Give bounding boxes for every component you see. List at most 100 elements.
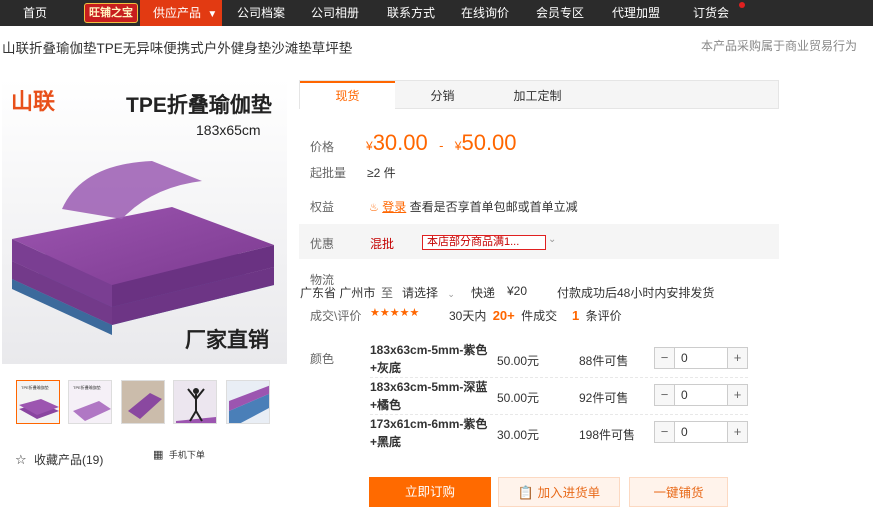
- nav-inquiry[interactable]: 在线询价: [461, 0, 509, 26]
- sku-stock: 198件可售: [579, 428, 636, 442]
- destination-select-label: 请选择: [402, 286, 439, 300]
- thumbnail-1-caption: TPE折叠瑜伽垫: [21, 384, 49, 390]
- caret-down-icon: ▼: [207, 9, 218, 20]
- offer-tabs: 现货 分销 加工定制: [299, 80, 779, 110]
- sku-row: 183x63cm-5mm-紫色+灰底 50.00元 88件可售 − 0 +: [299, 339, 779, 377]
- nav-supply-label: 供应产品: [153, 6, 202, 20]
- product-main-image[interactable]: 山联 TPE折叠瑜伽垫 183x65cm 厂家直销: [2, 79, 287, 364]
- coupon-icon: ♨: [369, 202, 379, 214]
- sku-row: 173x61cm-6mm-紫色+黑底 30.00元 198件可售 − 0 +: [299, 413, 779, 451]
- logistics-note: 付款成功后48小时内安排发货: [557, 286, 715, 300]
- increment-button[interactable]: +: [727, 385, 747, 405]
- add-to-cart-label: 加入进货单: [537, 486, 601, 500]
- favorite-button[interactable]: ☆ 收藏产品(19): [15, 451, 103, 468]
- thumbnail-3[interactable]: [121, 380, 165, 424]
- trade-notice: 本产品采购属于商业贸易行为: [701, 39, 858, 53]
- rating-stars: ★★★★★: [370, 307, 420, 319]
- rights-label: 权益: [310, 200, 335, 214]
- image-size: 183x65cm: [196, 122, 261, 138]
- decrement-button[interactable]: −: [655, 385, 675, 405]
- store-badge[interactable]: 旺铺之宝: [84, 3, 138, 23]
- nav-album[interactable]: 公司相册: [311, 0, 359, 26]
- mobile-order-button[interactable]: ▦ 手机下单: [153, 448, 205, 461]
- nav-member[interactable]: 会员专区: [536, 0, 584, 26]
- notification-dot: [739, 2, 745, 8]
- logistics-fee: ¥20: [507, 284, 528, 298]
- review-suffix: 条评价: [585, 309, 622, 323]
- nav-supply[interactable]: 供应产品 ▼: [140, 0, 222, 26]
- sold-suffix: 件成交: [521, 309, 558, 323]
- add-to-cart-button[interactable]: 📋 加入进货单: [498, 477, 620, 507]
- quantity-input[interactable]: 0: [681, 425, 688, 439]
- chevron-down-icon: ⌄: [447, 289, 455, 299]
- image-slogan: 厂家直销: [185, 328, 269, 352]
- quantity-stepper: − 0 +: [654, 421, 748, 443]
- currency-symbol: ¥: [366, 139, 373, 153]
- thumbnail-5[interactable]: [226, 380, 270, 424]
- promo-label: 优惠: [310, 237, 335, 251]
- increment-button[interactable]: +: [727, 422, 747, 442]
- price-high: 50.00: [461, 130, 517, 155]
- increment-button[interactable]: +: [727, 348, 747, 368]
- login-link[interactable]: 登录: [382, 200, 406, 214]
- qr-code-icon: ▦: [153, 449, 164, 461]
- thumbnail-2[interactable]: TPE折叠瑜伽垫: [68, 380, 112, 424]
- promo-detail[interactable]: 本店部分商品满1...: [422, 235, 546, 250]
- logistics-origin: 广东省 广州市: [300, 286, 376, 300]
- one-click-dropship-button[interactable]: 一键铺货: [629, 477, 728, 507]
- sku-name: 173x61cm-6mm-紫色+黑底: [370, 417, 488, 449]
- quantity-stepper: − 0 +: [654, 384, 748, 406]
- sku-stock: 88件可售: [579, 354, 629, 368]
- price-label: 价格: [310, 140, 335, 154]
- decrement-button[interactable]: −: [655, 422, 675, 442]
- price-low: 30.00: [372, 130, 428, 155]
- reviews-label: 成交\评价: [310, 309, 362, 323]
- nav-fair[interactable]: 订货会: [693, 0, 729, 26]
- thumbnail-2-caption: TPE折叠瑜伽垫: [73, 384, 101, 390]
- yoga-mat-illustration: 山联 TPE折叠瑜伽垫 183x65cm 厂家直销: [2, 79, 287, 364]
- thumbnail-4[interactable]: [173, 380, 217, 424]
- order-now-button[interactable]: 立即订购: [369, 477, 491, 507]
- nav-archive[interactable]: 公司档案: [237, 0, 285, 26]
- tab-distribution[interactable]: 分销: [395, 81, 490, 109]
- promo-tag: 混批: [370, 237, 395, 251]
- thumbnail-1[interactable]: TPE折叠瑜伽垫: [16, 380, 60, 424]
- sold-prefix: 30天内: [449, 309, 487, 323]
- destination-select[interactable]: 请选择 ⌄: [402, 284, 455, 301]
- nav-agent[interactable]: 代理加盟: [612, 0, 660, 26]
- tab-custom[interactable]: 加工定制: [490, 81, 585, 109]
- moq-value: ≥2 件: [367, 166, 396, 180]
- decrement-button[interactable]: −: [655, 348, 675, 368]
- price-dash: -: [439, 138, 444, 153]
- top-nav: 首页 旺铺之宝 供应产品 ▼ 公司档案 公司相册 联系方式 在线询价 会员专区 …: [0, 0, 873, 26]
- sku-name: 183x63cm-5mm-紫色+灰底: [370, 343, 488, 375]
- moq-label: 起批量: [310, 166, 347, 180]
- sku-price: 50.00元: [497, 354, 540, 368]
- nav-home[interactable]: 首页: [23, 0, 47, 26]
- review-count: 1: [572, 308, 580, 323]
- sku-price: 50.00元: [497, 391, 540, 405]
- sku-name: 183x63cm-5mm-深蓝+橘色: [370, 380, 488, 412]
- sku-price: 30.00元: [497, 428, 540, 442]
- review-link[interactable]: 1 条评价: [572, 307, 622, 324]
- logistics-method: 快递: [471, 286, 496, 300]
- sku-row: 183x63cm-5mm-深蓝+橘色 50.00元 92件可售 − 0 +: [299, 376, 779, 414]
- rights-text: 查看是否享首单包邮或首单立减: [409, 200, 578, 214]
- star-outline-icon: ☆: [15, 452, 27, 467]
- image-brand: 山联: [11, 89, 55, 114]
- sold-count: 20+: [492, 308, 515, 323]
- logistics-to: 至: [381, 286, 394, 300]
- product-title: 山联折叠瑜伽垫TPE无异味便携式户外健身垫沙滩垫草坪垫: [2, 41, 353, 56]
- quantity-stepper: − 0 +: [654, 347, 748, 369]
- quantity-input[interactable]: 0: [681, 351, 688, 365]
- price-range: ¥30.00 - ¥50.00: [366, 130, 517, 156]
- favorite-label: 收藏产品(19): [34, 453, 104, 467]
- chevron-down-icon[interactable]: ⌄: [548, 234, 556, 245]
- tab-spot[interactable]: 现货: [300, 81, 395, 110]
- mobile-order-label: 手机下单: [168, 450, 205, 460]
- nav-contact[interactable]: 联系方式: [387, 0, 435, 26]
- sku-stock: 92件可售: [579, 391, 629, 405]
- clipboard-icon: 📋: [517, 485, 535, 500]
- rights-row: ♨ 登录 查看是否享首单包邮或首单立减: [369, 198, 578, 215]
- quantity-input[interactable]: 0: [681, 388, 688, 402]
